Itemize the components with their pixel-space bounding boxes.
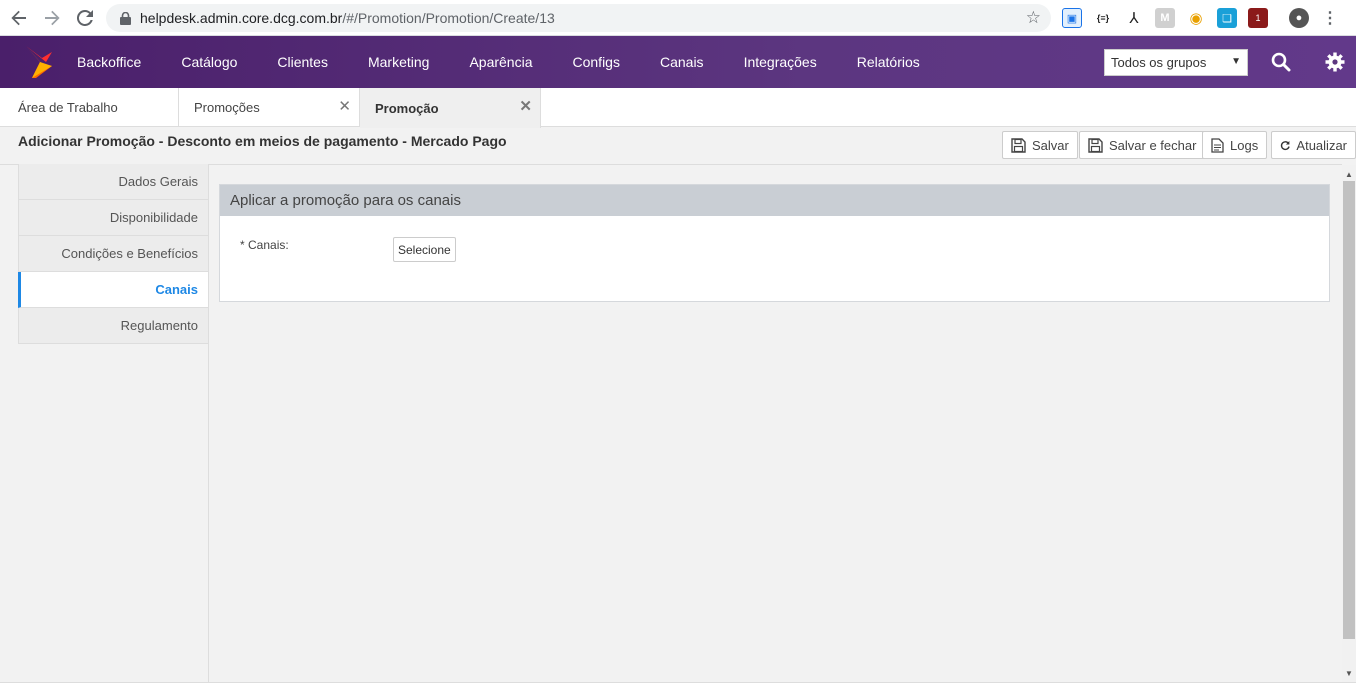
tab-promocoes[interactable]: Promoções ✕ (179, 88, 360, 127)
extension-chat-icon[interactable]: ❏ (1217, 8, 1237, 28)
top-navigation: Backoffice Catálogo Clientes Marketing A… (0, 36, 1356, 88)
side-item-disponibilidade[interactable]: Disponibilidade (18, 200, 209, 236)
page-title: Adicionar Promoção - Desconto em meios d… (18, 133, 507, 149)
reload-icon[interactable] (73, 6, 97, 30)
tab-label: Promoções (194, 100, 260, 115)
search-icon[interactable] (1268, 49, 1294, 75)
extension-fork-icon[interactable]: ⅄ (1124, 8, 1144, 28)
tab-label: Promoção (375, 100, 439, 116)
save-close-label: Salvar e fechar (1109, 137, 1197, 153)
tab-promocao[interactable]: Promoção ✕ (360, 88, 541, 128)
menu-relatorios[interactable]: Relatórios (837, 36, 940, 88)
brand-logo[interactable] (22, 44, 56, 80)
tab-area-de-trabalho[interactable]: Área de Trabalho (0, 88, 179, 127)
browser-toolbar: helpdesk.admin.core.dcg.com.br/#/Promoti… (0, 0, 1356, 36)
page-scrollbar[interactable]: ▲ ▼ (1342, 165, 1356, 682)
profile-avatar-icon[interactable]: ● (1289, 8, 1309, 28)
url-text: helpdesk.admin.core.dcg.com.br/#/Promoti… (140, 10, 555, 26)
menu-catalogo[interactable]: Catálogo (161, 36, 257, 88)
close-icon[interactable]: ✕ (519, 97, 532, 115)
side-item-condicoes-beneficios[interactable]: Condições e Benefícios (18, 236, 209, 272)
side-menu: Dados Gerais Disponibilidade Condições e… (18, 164, 209, 344)
menu-marketing[interactable]: Marketing (348, 36, 449, 88)
select-channels-button[interactable]: Selecione (393, 237, 456, 262)
extension-json-icon[interactable]: {≡} (1093, 8, 1113, 28)
tab-label: Área de Trabalho (18, 100, 118, 115)
extension-eye-icon[interactable]: ◉ (1186, 8, 1206, 28)
panel-title: Aplicar a promoção para os canais (220, 185, 1329, 216)
refresh-icon (1280, 140, 1290, 150)
close-icon[interactable]: ✕ (338, 97, 351, 115)
scroll-down-arrow-icon[interactable]: ▼ (1342, 666, 1356, 680)
save-label: Salvar (1032, 137, 1069, 153)
side-item-regulamento[interactable]: Regulamento (18, 308, 209, 344)
caret-down-icon: ▼ (1231, 56, 1241, 67)
group-select[interactable]: Todos os grupos ▼ (1104, 49, 1248, 76)
bottom-strip (0, 682, 1356, 690)
menu-integracoes[interactable]: Integrações (724, 36, 837, 88)
floppy-icon (1088, 137, 1103, 153)
extension-shield-icon[interactable]: 1 (1248, 8, 1268, 28)
menu-configs[interactable]: Configs (553, 36, 640, 88)
browser-menu-icon[interactable]: ⋮ (1320, 8, 1340, 28)
scroll-thumb[interactable] (1343, 181, 1355, 639)
extension-m-icon[interactable]: M (1155, 8, 1175, 28)
document-icon (1211, 137, 1224, 153)
address-bar[interactable]: helpdesk.admin.core.dcg.com.br/#/Promoti… (106, 4, 1051, 32)
logs-button[interactable]: Logs (1202, 131, 1268, 159)
save-close-button[interactable]: Salvar e fechar (1079, 131, 1206, 159)
back-arrow-icon[interactable] (7, 6, 31, 30)
logs-label: Logs (1230, 137, 1259, 153)
menu-clientes[interactable]: Clientes (257, 36, 348, 88)
bookmark-star-icon[interactable]: ☆ (1026, 8, 1041, 28)
lock-icon (118, 11, 132, 25)
refresh-button[interactable]: Atualizar (1271, 131, 1356, 159)
menu-canais[interactable]: Canais (640, 36, 724, 88)
group-select-value: Todos os grupos (1111, 55, 1207, 70)
menu-aparencia[interactable]: Aparência (449, 36, 552, 88)
gear-icon[interactable] (1322, 49, 1348, 75)
main-menu: Backoffice Catálogo Clientes Marketing A… (57, 36, 940, 88)
menu-backoffice[interactable]: Backoffice (57, 36, 161, 88)
extension-blue-icon[interactable]: ▣ (1062, 8, 1082, 28)
refresh-label: Atualizar (1296, 137, 1347, 153)
side-item-canais[interactable]: Canais (18, 272, 209, 308)
side-item-dados-gerais[interactable]: Dados Gerais (18, 164, 209, 200)
channels-panel: Aplicar a promoção para os canais * Cana… (219, 184, 1330, 302)
extensions-row: ▣ {≡} ⅄ M ◉ ❏ 1 ● ⋮ (1062, 6, 1351, 30)
workspace-tabs: Área de Trabalho Promoções ✕ Promoção ✕ (0, 88, 1356, 128)
canais-field-label: * Canais: (240, 238, 289, 252)
floppy-icon (1011, 137, 1026, 153)
save-button[interactable]: Salvar (1002, 131, 1078, 159)
side-divider (208, 164, 209, 682)
forward-arrow-icon[interactable] (40, 6, 64, 30)
scroll-up-arrow-icon[interactable]: ▲ (1342, 167, 1356, 181)
